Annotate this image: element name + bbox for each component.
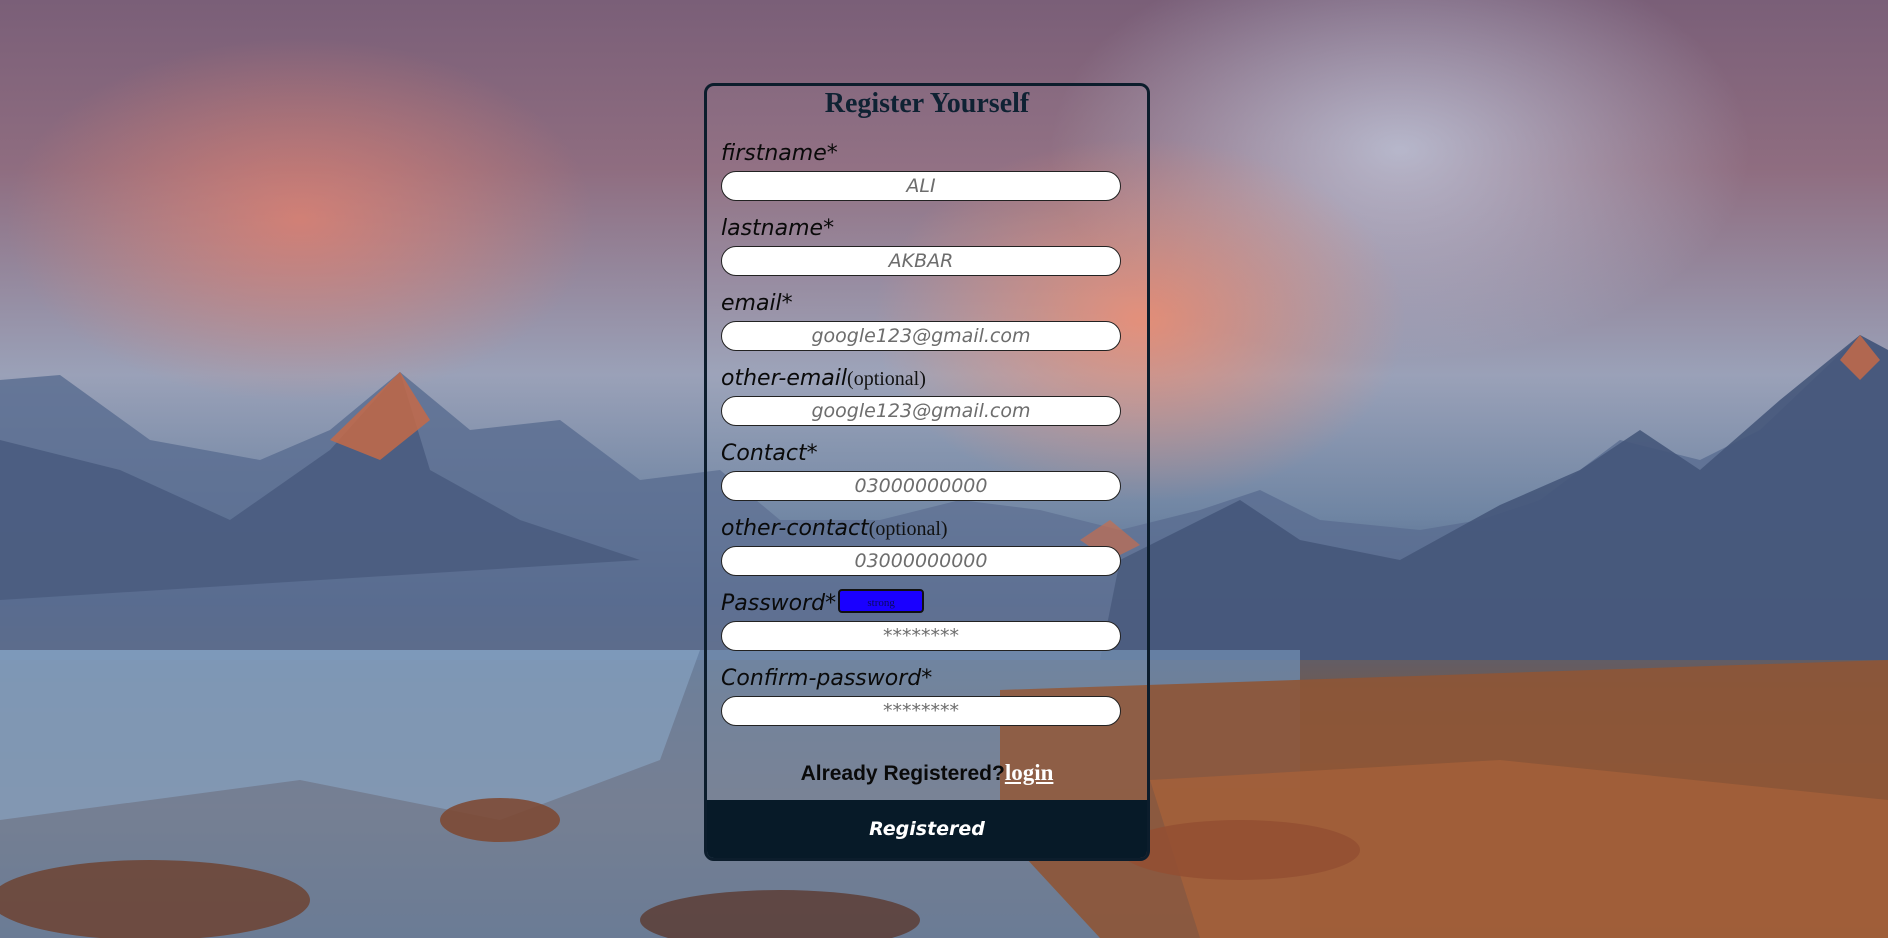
other-email-input[interactable] xyxy=(721,396,1121,426)
other-email-label: other-email(optional) xyxy=(721,364,1121,394)
contact-input[interactable] xyxy=(721,471,1121,501)
other-contact-field-group: other-contact(optional) xyxy=(721,514,1121,576)
email-field-group: email* xyxy=(721,289,1121,351)
already-registered-row: Already Registered?login xyxy=(707,760,1147,786)
confirm-password-input[interactable] xyxy=(721,696,1121,726)
other-contact-label: other-contact(optional) xyxy=(721,514,1121,544)
lastname-label: lastname* xyxy=(721,214,1121,244)
lastname-label-text: lastname* xyxy=(721,216,835,241)
register-button[interactable]: Registered xyxy=(707,800,1147,858)
email-label-text: email* xyxy=(721,291,793,316)
form-title: Register Yourself xyxy=(824,88,1030,119)
password-label-text: Password* xyxy=(721,591,837,616)
other-email-optional-note: (optional) xyxy=(847,368,926,390)
login-link[interactable]: login xyxy=(1005,760,1054,785)
already-registered-text: Already Registered? xyxy=(800,762,1005,785)
password-strength-badge: strong xyxy=(838,589,925,613)
contact-label-text: Contact* xyxy=(721,441,818,466)
lastname-field-group: lastname* xyxy=(721,214,1121,276)
firstname-field-group: firstname* xyxy=(721,139,1121,201)
contact-field-group: Contact* xyxy=(721,439,1121,501)
confirm-password-label: Confirm-password* xyxy=(721,664,1121,694)
firstname-label-text: firstname* xyxy=(721,141,838,166)
registration-card: Register Yourself firstname* lastname* e… xyxy=(704,83,1150,861)
password-input[interactable] xyxy=(721,621,1121,651)
password-label: Password* strong xyxy=(721,589,1121,619)
other-contact-label-text: other-contact xyxy=(721,516,869,541)
email-input[interactable] xyxy=(721,321,1121,351)
email-label: email* xyxy=(721,289,1121,319)
firstname-label: firstname* xyxy=(721,139,1121,169)
other-contact-optional-note: (optional) xyxy=(868,518,948,540)
confirm-password-field-group: Confirm-password* xyxy=(721,664,1121,726)
confirm-password-label-text: Confirm-password* xyxy=(721,666,933,691)
other-email-field-group: other-email(optional) xyxy=(721,364,1121,426)
firstname-input[interactable] xyxy=(721,171,1121,201)
lastname-input[interactable] xyxy=(721,246,1121,276)
other-email-label-text: other-email xyxy=(721,366,848,391)
other-contact-input[interactable] xyxy=(721,546,1121,576)
contact-label: Contact* xyxy=(721,439,1121,469)
password-field-group: Password* strong xyxy=(721,589,1121,651)
